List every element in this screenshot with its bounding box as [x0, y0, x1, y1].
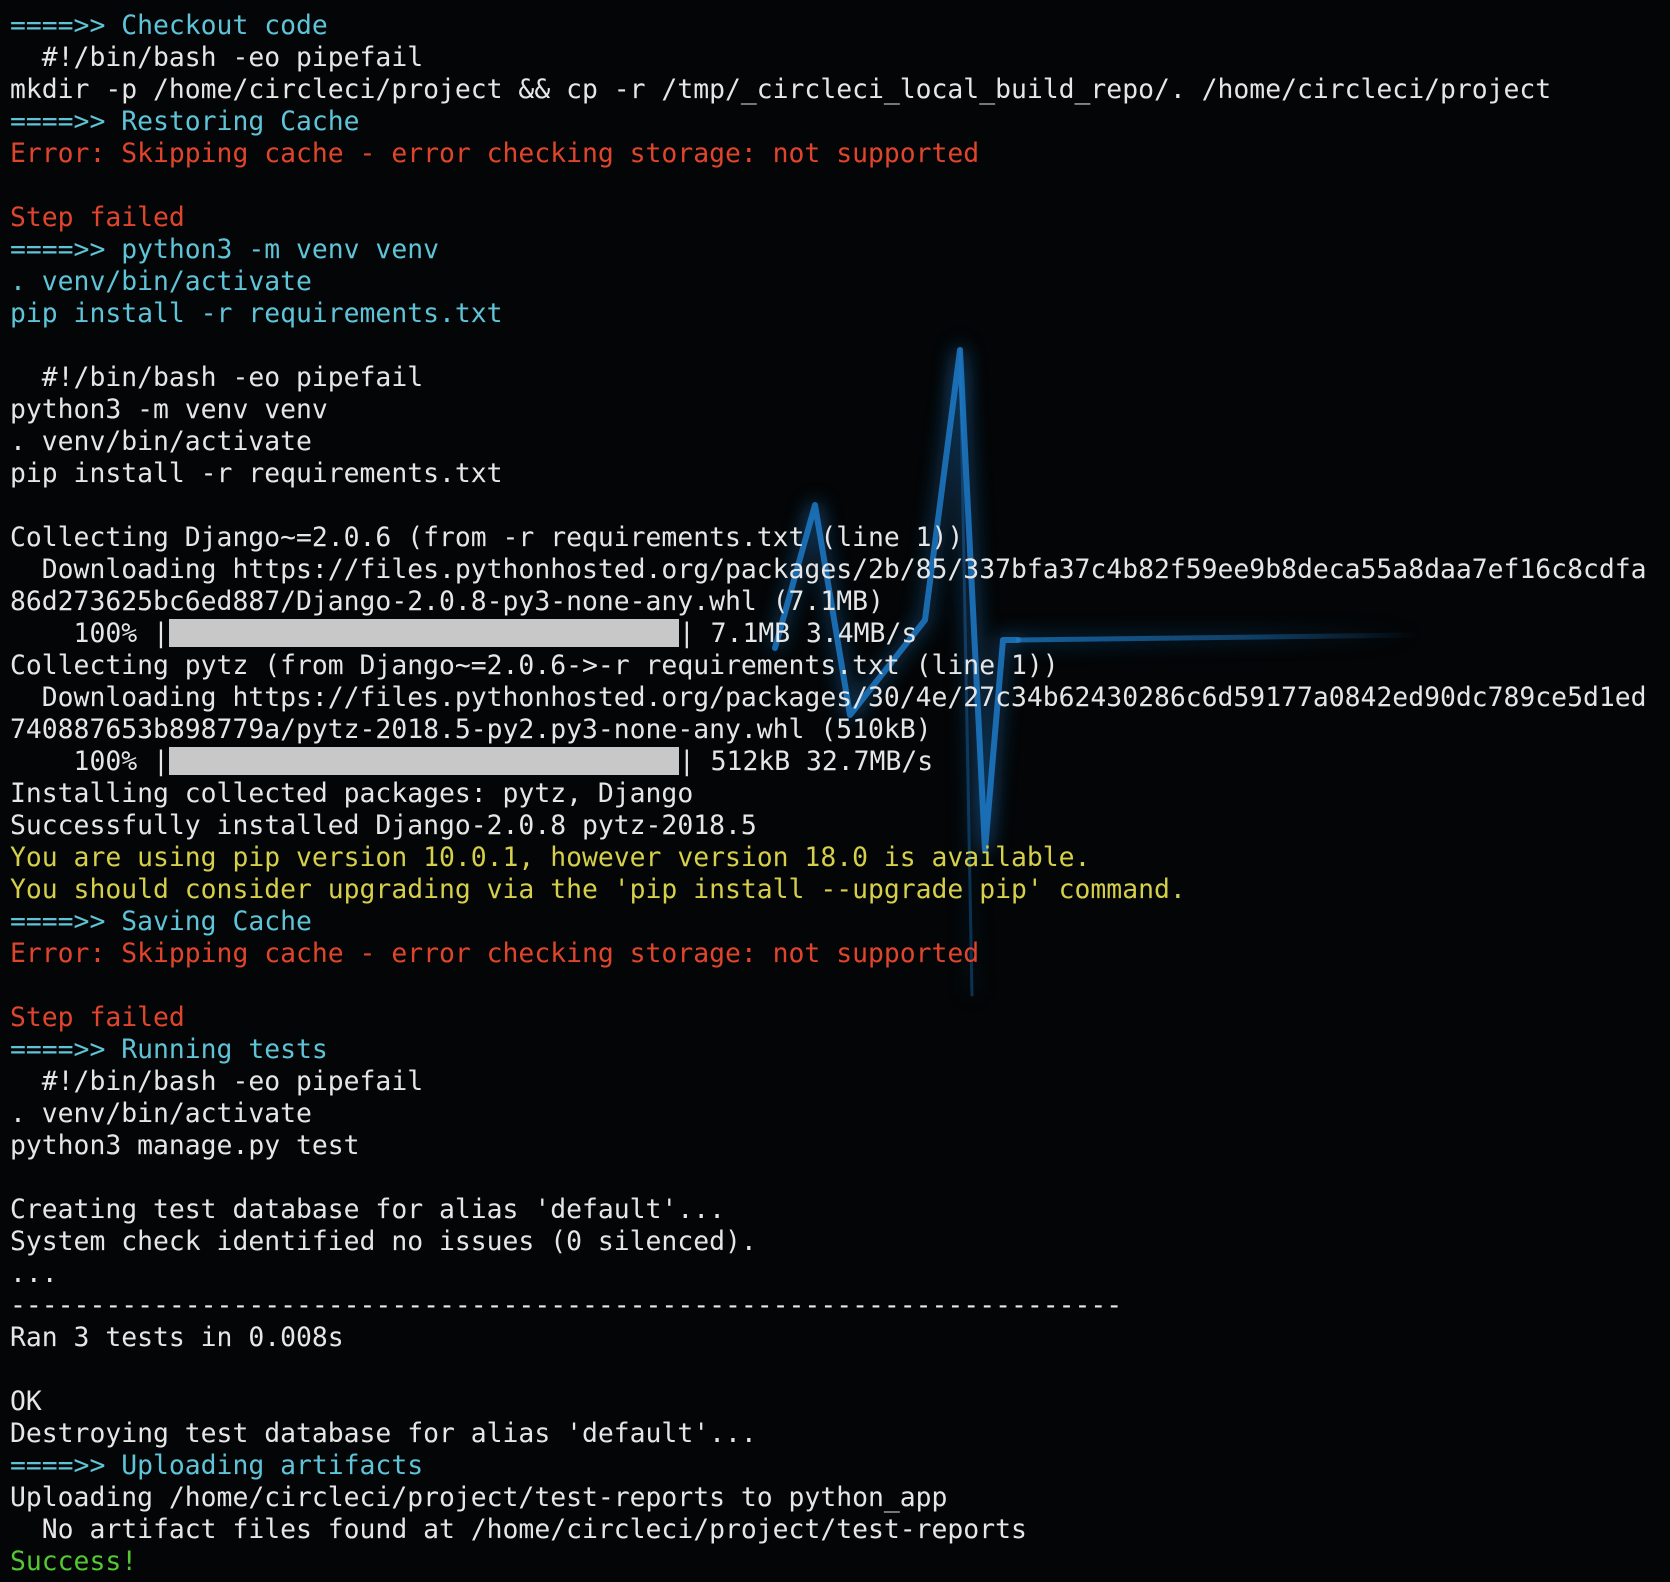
output-line: python3 -m venv venv: [10, 394, 328, 425]
output-line: Ran 3 tests in 0.008s: [10, 1322, 344, 1353]
output-line: ====>> Running tests: [10, 1034, 328, 1065]
output-line: Downloading https://files.pythonhosted.o…: [10, 554, 1647, 585]
progress-suffix: | 7.1MB 3.4MB/s: [678, 618, 918, 649]
output-line: Uploading /home/circleci/project/test-re…: [10, 1482, 948, 1513]
progress-prefix: 100% |: [10, 746, 169, 777]
output-line: Downloading https://files.pythonhosted.o…: [10, 682, 1647, 713]
output-line: ====>> Uploading artifacts: [10, 1450, 424, 1481]
output-line: . venv/bin/activate: [10, 426, 312, 457]
output-line: #!/bin/bash -eo pipefail: [10, 362, 424, 393]
output-line: Error: Skipping cache - error checking s…: [10, 138, 980, 169]
output-line: . venv/bin/activate: [10, 1098, 312, 1129]
output-line: 740887653b898779a/pytz-2018.5-py2.py3-no…: [10, 714, 932, 745]
output-line: . venv/bin/activate: [10, 266, 312, 297]
output-line: Collecting Django~=2.0.6 (from -r requir…: [10, 522, 964, 553]
output-line: mkdir -p /home/circleci/project && cp -r…: [10, 74, 1552, 105]
output-line: Creating test database for alias 'defaul…: [10, 1194, 725, 1225]
progress-prefix: 100% |: [10, 618, 169, 649]
output-line: You should consider upgrading via the 'p…: [10, 874, 1186, 905]
output-line: #!/bin/bash -eo pipefail: [10, 42, 424, 73]
output-line: Destroying test database for alias 'defa…: [10, 1418, 757, 1449]
output-line: Error: Skipping cache - error checking s…: [10, 938, 980, 969]
output-line: System check identified no issues (0 sil…: [10, 1226, 757, 1257]
output-line: #!/bin/bash -eo pipefail: [10, 1066, 424, 1097]
output-line: ----------------------------------------…: [10, 1290, 1123, 1321]
output-line: Success!: [10, 1546, 138, 1577]
output-line: ====>> Saving Cache: [10, 906, 312, 937]
output-line: ====>> Checkout code: [10, 10, 328, 41]
progress-bar: [168, 619, 679, 647]
output-line: Installing collected packages: pytz, Dja…: [10, 778, 694, 809]
output-line: Collecting pytz (from Django~=2.0.6->-r …: [10, 650, 1059, 681]
output-line: Step failed: [10, 1002, 185, 1033]
progress-line: 100% | | 7.1MB 3.4MB/s: [10, 618, 1660, 650]
progress-bar: [168, 747, 679, 775]
output-line: Successfully installed Django-2.0.8 pytz…: [10, 810, 757, 841]
terminal-output: ====>> Checkout code #!/bin/bash -eo pip…: [10, 10, 1660, 1578]
output-line: You are using pip version 10.0.1, howeve…: [10, 842, 1091, 873]
progress-suffix: | 512kB 32.7MB/s: [678, 746, 934, 777]
output-line: ...: [10, 1258, 58, 1289]
output-line: ====>> python3 -m venv venv: [10, 234, 439, 265]
output-line: 86d273625bc6ed887/Django-2.0.8-py3-none-…: [10, 586, 884, 617]
output-line: OK: [10, 1386, 42, 1417]
output-line: pip install -r requirements.txt: [10, 458, 503, 489]
output-line: pip install -r requirements.txt: [10, 298, 503, 329]
progress-line: 100% | | 512kB 32.7MB/s: [10, 746, 1660, 778]
output-line: No artifact files found at /home/circlec…: [10, 1514, 1027, 1545]
terminal-window[interactable]: ====>> Checkout code #!/bin/bash -eo pip…: [0, 0, 1670, 1582]
output-line: ====>> Restoring Cache: [10, 106, 360, 137]
output-line: python3 manage.py test: [10, 1130, 360, 1161]
output-line: Step failed: [10, 202, 185, 233]
